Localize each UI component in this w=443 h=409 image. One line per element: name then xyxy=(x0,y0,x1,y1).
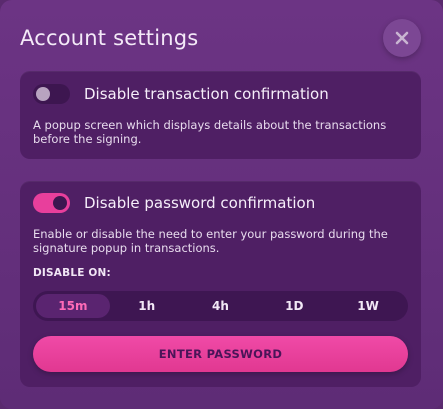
duration-option-4h[interactable]: 4h xyxy=(184,294,258,318)
disable-transaction-confirmation-label: Disable transaction confirmation xyxy=(84,85,329,103)
toggle-knob xyxy=(36,87,50,101)
duration-option-15m[interactable]: 15m xyxy=(36,294,110,318)
disable-password-confirmation-toggle[interactable] xyxy=(33,193,70,213)
enter-password-button[interactable]: ENTER PASSWORD xyxy=(33,336,408,372)
account-settings-modal: Account settings Disable transaction con… xyxy=(0,0,443,409)
password-confirmation-card: Disable password confirmation Enable or … xyxy=(20,181,421,387)
close-icon xyxy=(395,31,409,45)
transaction-confirmation-description: A popup screen which displays details ab… xyxy=(33,118,387,146)
password-confirmation-description: Enable or disable the need to enter your… xyxy=(33,227,388,255)
duration-selector: 15m 1h 4h 1D 1W xyxy=(33,291,408,321)
disable-password-confirmation-label: Disable password confirmation xyxy=(84,194,316,212)
toggle-knob xyxy=(53,196,67,210)
modal-title: Account settings xyxy=(20,26,199,50)
transaction-confirmation-card: Disable transaction confirmation A popup… xyxy=(20,71,421,159)
disable-transaction-confirmation-toggle[interactable] xyxy=(33,84,70,104)
duration-option-1d[interactable]: 1D xyxy=(257,294,331,318)
duration-option-1w[interactable]: 1W xyxy=(331,294,405,318)
close-button[interactable] xyxy=(383,19,421,57)
duration-option-1h[interactable]: 1h xyxy=(110,294,184,318)
disable-on-label: DISABLE ON: xyxy=(33,267,111,279)
